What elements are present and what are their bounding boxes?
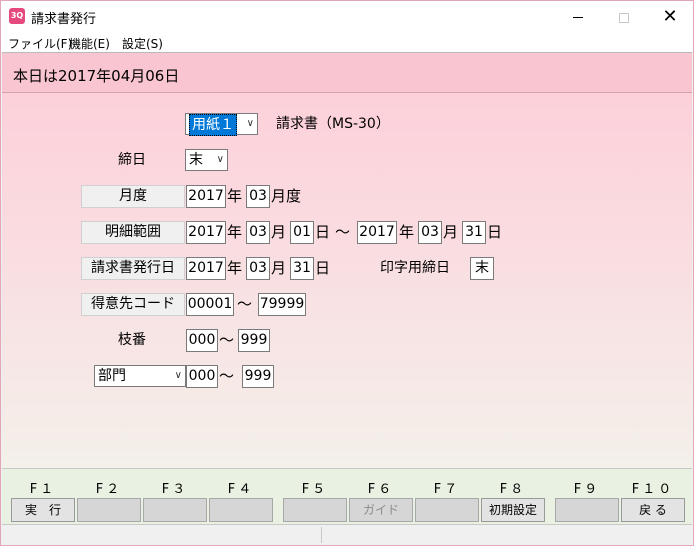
chevron-down-icon: ∨: [216, 154, 224, 165]
detail-from-day-input[interactable]: 01: [290, 221, 314, 244]
year-unit: 年: [227, 223, 243, 241]
month-unit: 月: [443, 223, 459, 241]
issue-month-input[interactable]: 03: [246, 257, 270, 280]
function-key-bar: F１ F２ F３ F４ F５ F６ F７ F８ F９ F１０ 実 行 ガイド 初…: [2, 468, 692, 524]
year-unit: 年: [227, 187, 243, 205]
department-select-value: 部門: [98, 368, 126, 384]
f2-button[interactable]: [77, 498, 141, 522]
close-icon: ✕: [662, 6, 678, 27]
minimize-button[interactable]: [555, 1, 601, 32]
f10-back-button[interactable]: 戻 る: [621, 498, 685, 522]
f1-execute-button[interactable]: 実 行: [11, 498, 75, 522]
year-unit: 年: [399, 223, 415, 241]
month-unit: 月: [271, 259, 287, 277]
day-unit: 日: [487, 223, 503, 241]
range-tilde: ～: [219, 367, 235, 385]
menu-file[interactable]: ファイル(F): [8, 35, 72, 52]
paper-select-value: 用紙１: [189, 114, 237, 136]
detail-from-month-input[interactable]: 03: [246, 221, 270, 244]
detail-range-label: 明細範囲: [81, 221, 185, 244]
maximize-icon: [619, 12, 629, 23]
branch-to-input[interactable]: 999: [238, 329, 270, 352]
closing-day-value: 末: [189, 152, 203, 168]
customer-from-input[interactable]: 00001: [186, 293, 234, 316]
window-title: 請求書発行: [31, 12, 97, 27]
month-unit: 月: [271, 223, 287, 241]
today-date: 本日は2017年04月06日: [13, 67, 180, 85]
month-year-input[interactable]: 2017: [186, 185, 226, 208]
branch-from-input[interactable]: 000: [186, 329, 218, 352]
detail-to-day-input[interactable]: 31: [462, 221, 486, 244]
print-closing-input[interactable]: 末: [470, 257, 494, 280]
app-logo-icon: 3Q: [9, 8, 25, 24]
chevron-down-icon: ∨: [246, 118, 254, 129]
menu-function[interactable]: 機能(E): [69, 35, 110, 52]
print-closing-label: 印字用締日: [380, 260, 450, 276]
detail-from-year-input[interactable]: 2017: [186, 221, 226, 244]
detail-to-year-input[interactable]: 2017: [357, 221, 397, 244]
main-form: 用紙１ ∨ 請求書（MS-30） 締日 末 ∨ 月度 2017 年 03 月度 …: [2, 92, 692, 468]
closing-day-select[interactable]: 末 ∨: [185, 149, 228, 171]
status-cell: [322, 527, 692, 543]
fkey-label-f7: F７: [433, 482, 461, 497]
date-header: 本日は2017年04月06日: [2, 52, 692, 92]
fkey-label-f6: F６: [367, 482, 395, 497]
issue-year-input[interactable]: 2017: [186, 257, 226, 280]
status-cell: [2, 527, 322, 543]
range-tilde: ～: [237, 295, 253, 313]
fkey-label-f1: F１: [29, 482, 57, 497]
status-bar: [2, 524, 692, 545]
day-unit: 日: [315, 259, 331, 277]
fkey-label-f4: F４: [227, 482, 255, 497]
range-tilde: ～: [335, 223, 351, 241]
day-unit: 日: [315, 223, 331, 241]
f5-button[interactable]: [283, 498, 347, 522]
title-bar: 3Q 請求書発行 ✕: [1, 1, 693, 32]
fkey-label-f5: F５: [301, 482, 329, 497]
department-from-input[interactable]: 000: [186, 365, 218, 388]
minimize-icon: [573, 17, 583, 18]
fkey-label-f9: F９: [573, 482, 601, 497]
f4-button[interactable]: [209, 498, 273, 522]
f9-button[interactable]: [555, 498, 619, 522]
invoice-type-label: 請求書（MS-30）: [276, 116, 390, 132]
f3-button[interactable]: [143, 498, 207, 522]
customer-to-input[interactable]: 79999: [258, 293, 306, 316]
department-select[interactable]: 部門 ∨: [94, 365, 186, 387]
maximize-button[interactable]: [601, 1, 647, 32]
month-suffix: 月度: [271, 187, 302, 205]
issue-date-label: 請求書発行日: [81, 257, 185, 280]
paper-select[interactable]: 用紙１ ∨: [185, 113, 258, 136]
app-window: 3Q 請求書発行 ✕ ファイル(F) 機能(E) 設定(S) 本日は2017年0…: [0, 0, 694, 546]
fkey-label-f2: F２: [95, 482, 123, 497]
menu-settings[interactable]: 設定(S): [122, 35, 163, 52]
branch-label: 枝番: [118, 332, 146, 348]
closing-day-label: 締日: [118, 152, 146, 168]
fkey-label-f3: F３: [161, 482, 189, 497]
year-unit: 年: [227, 259, 243, 277]
menu-bar: ファイル(F) 機能(E) 設定(S): [1, 32, 693, 52]
month-month-input[interactable]: 03: [246, 185, 270, 208]
f6-guide-button[interactable]: ガイド: [349, 498, 413, 522]
issue-day-input[interactable]: 31: [290, 257, 314, 280]
f8-initial-settings-button[interactable]: 初期設定: [481, 498, 545, 522]
range-tilde: ～: [219, 331, 235, 349]
month-label: 月度: [81, 185, 185, 208]
detail-to-month-input[interactable]: 03: [418, 221, 442, 244]
customer-code-label: 得意先コード: [81, 293, 185, 316]
fkey-label-f10: F１０: [631, 482, 675, 497]
fkey-label-f8: F８: [499, 482, 527, 497]
department-to-input[interactable]: 999: [242, 365, 274, 388]
chevron-down-icon: ∨: [174, 370, 182, 381]
close-button[interactable]: ✕: [647, 1, 693, 32]
f7-button[interactable]: [415, 498, 479, 522]
